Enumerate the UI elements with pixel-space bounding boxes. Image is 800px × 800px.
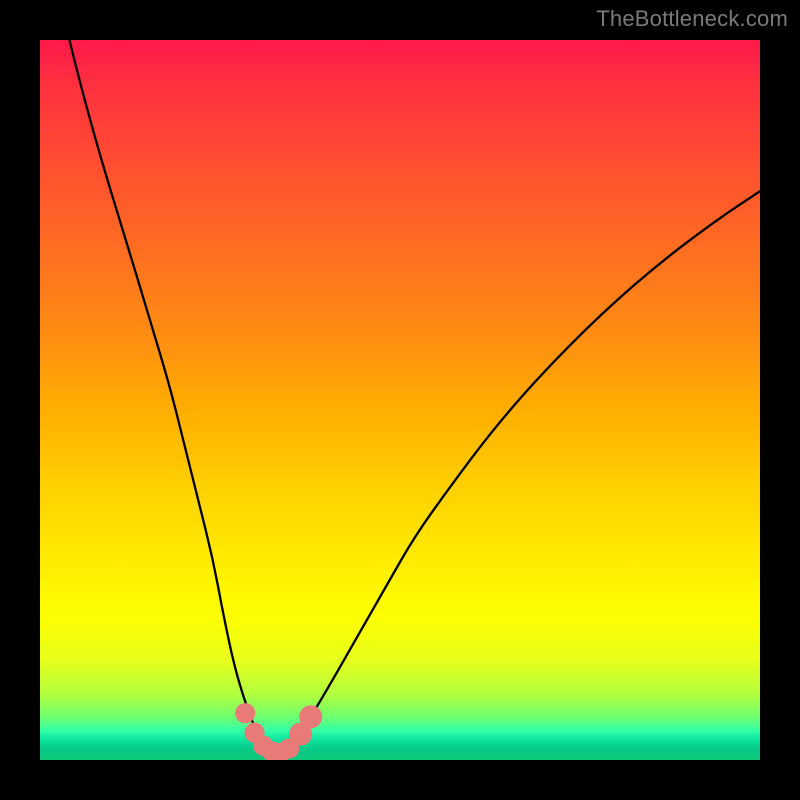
watermark-text: TheBottleneck.com bbox=[596, 6, 788, 32]
bottleneck-curve-path bbox=[40, 40, 760, 752]
chart-frame: TheBottleneck.com bbox=[0, 0, 800, 800]
bottleneck-curve-svg bbox=[40, 40, 760, 760]
curve-marker-dot bbox=[299, 705, 322, 728]
curve-marker-dot bbox=[235, 703, 255, 723]
marker-group bbox=[235, 703, 322, 760]
plot-area bbox=[40, 40, 760, 760]
